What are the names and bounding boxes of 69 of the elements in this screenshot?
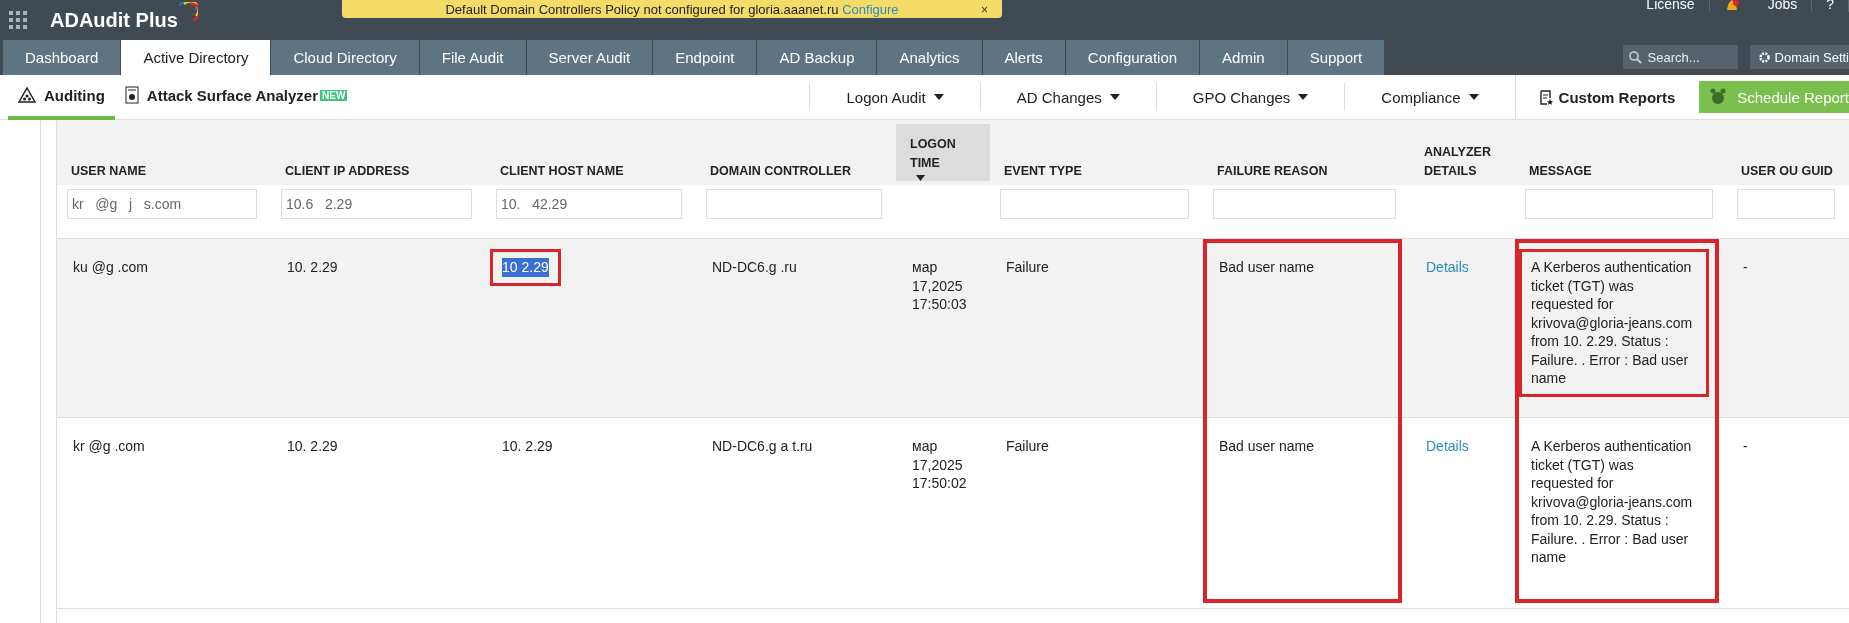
table-cell-text: A Kerberos authentication ticket (TGT) was requested for krivova@gloria-jeans.com from 10. 2.29. Status : Failure. . Error : Bad user name	[1531, 437, 1694, 567]
dropdown-menu[interactable]: Compliance	[1344, 83, 1515, 111]
nav-tab[interactable]: Server Audit	[526, 40, 654, 75]
nav-tab[interactable]: Endpoint	[653, 40, 758, 75]
logo-icon	[177, 2, 198, 22]
column-header[interactable]: FAILURE REASON	[1217, 162, 1328, 181]
table-cell: 10 2.29	[502, 258, 549, 277]
column-header[interactable]: CLIENT IP ADDRESS	[285, 162, 410, 181]
domain-settings-button[interactable]: Domain Setti	[1749, 45, 1849, 69]
banner-message: Default Domain Controllers Policy not configured for gloria.aaanet.ru Configure	[445, 1, 899, 17]
sub-tab[interactable]: Attack Surface Analyzer NEW	[114, 74, 358, 120]
nav-tab[interactable]: Dashboard	[3, 40, 122, 75]
table-cell: ND-DC6.g .ru	[712, 258, 797, 277]
new-badge: NEW	[320, 89, 348, 101]
filter-field[interactable]: 10. 42.29	[496, 189, 682, 219]
dropdown-menu[interactable]: AD Changes	[979, 83, 1156, 111]
table-cell: мар 17,2025 17:50:02	[912, 437, 967, 493]
settings-icon	[1757, 50, 1771, 64]
caret-icon	[1298, 94, 1309, 100]
search-field[interactable]: Search...	[1645, 48, 1732, 66]
filter-field[interactable]	[706, 189, 882, 219]
filter-field[interactable]	[1213, 189, 1396, 219]
dropdown-menu[interactable]: GPO Changes	[1155, 83, 1345, 111]
app-title: ADAudit Plus	[50, 8, 178, 32]
filter-field[interactable]: kr @g j s.com	[67, 189, 257, 219]
table-cell: 10. 2.29	[287, 258, 338, 277]
report-star-icon	[1539, 89, 1553, 105]
nav-tab[interactable]: Cloud Directory	[271, 40, 420, 75]
caret-icon	[1468, 94, 1479, 100]
table-cell: ND-DC6.g a t.ru	[712, 437, 813, 456]
table-cell: -	[1743, 437, 1748, 456]
search-icon	[1628, 50, 1642, 64]
warning-triangle-icon	[18, 87, 36, 103]
table-cell: 10. 2.29	[502, 437, 553, 456]
table-cell: мар 17,2025 17:50:03	[912, 258, 967, 314]
filter-field[interactable]	[1000, 189, 1189, 219]
caret-icon	[1109, 94, 1120, 100]
nav-tab[interactable]: Alerts	[982, 40, 1066, 75]
details-link[interactable]: Details	[1426, 438, 1469, 454]
nav-tab[interactable]: AD Backup	[757, 40, 878, 75]
nav-tab[interactable]: Active Directory	[121, 40, 272, 75]
column-header[interactable]: MESSAGE	[1529, 162, 1592, 181]
column-header[interactable]: CLIENT HOST NAME	[500, 162, 624, 181]
nav-tab[interactable]: Admin	[1200, 40, 1288, 75]
filter-field[interactable]	[1525, 189, 1713, 219]
nav-tab[interactable]: Analytics	[877, 40, 983, 75]
table-cell-text: A Kerberos authentication ticket (TGT) was requested for krivova@gloria-jeans.com from 10. 2.29. Status : Failure. . Error : Bad user name	[1531, 258, 1694, 388]
table-cell: ku @g .com	[73, 258, 148, 277]
column-header[interactable]: USER NAME	[71, 162, 146, 181]
header-link[interactable]: ?	[1812, 0, 1849, 12]
table-cell: 10. 2.29	[287, 437, 338, 456]
sort-down-icon	[916, 175, 925, 181]
apps-grid-icon[interactable]	[8, 10, 28, 30]
table-cell: Bad user name	[1219, 258, 1314, 277]
close-button[interactable]: ×	[981, 4, 988, 16]
filter-field[interactable]: 10.6 2.29	[281, 189, 472, 219]
table-cell: kr @g .com	[73, 437, 145, 456]
nav-tab[interactable]: Configuration	[1065, 40, 1201, 75]
column-header[interactable]: EVENT TYPE	[1004, 162, 1082, 181]
table-cell: -	[1743, 258, 1748, 277]
caret-icon	[933, 94, 944, 100]
table-cell: Failure	[1006, 437, 1049, 456]
dropdown-menu[interactable]: Logon Audit	[809, 83, 980, 111]
filter-field[interactable]	[1737, 189, 1835, 219]
table-cell: Bad user name	[1219, 437, 1314, 456]
search-box[interactable]: Search...	[1622, 45, 1738, 69]
table-cell: Failure	[1006, 258, 1049, 277]
nav-tab[interactable]: Support	[1287, 40, 1386, 75]
nav-tab[interactable]: File Audit	[419, 40, 527, 75]
